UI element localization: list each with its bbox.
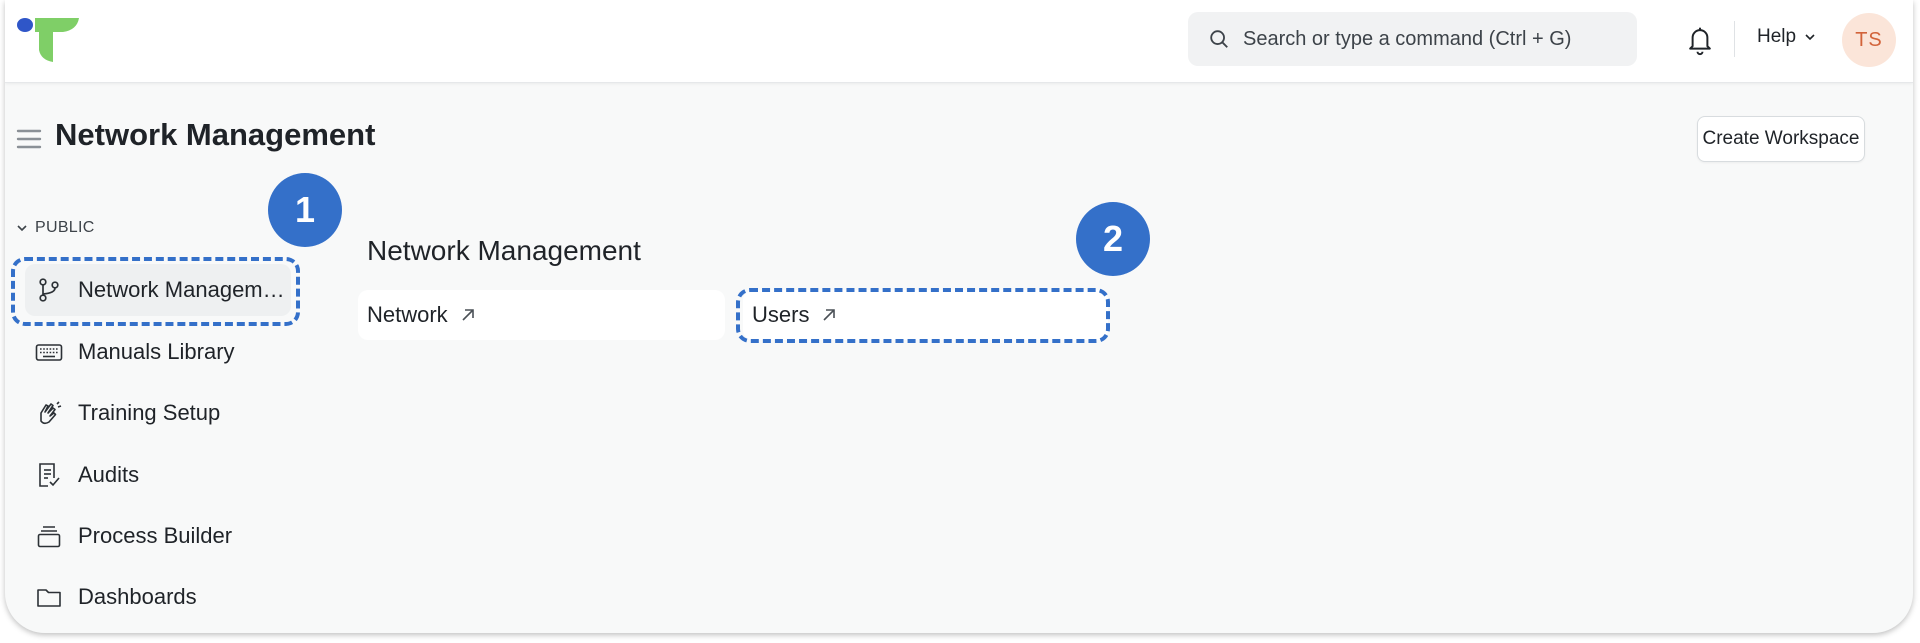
create-workspace-button[interactable]: Create Workspace [1697,116,1865,162]
shortcut-network[interactable]: Network [358,290,725,340]
page-title: Network Management [55,117,376,152]
sidebar-item-training-setup[interactable]: Training Setup [25,387,291,439]
sidebar-item-label: Network Management [78,277,291,302]
sidebar-item-label: Dashboards [78,584,197,609]
sidebar-item-network-management[interactable]: Network Management [25,264,291,316]
layers-icon [35,522,63,550]
sidebar-item-audits[interactable]: Audits [25,449,291,501]
help-label: Help [1757,26,1797,47]
app-logo-icon[interactable] [15,16,79,64]
sidebar-section-label: PUBLIC [35,219,95,236]
clapping-hands-icon [35,399,63,427]
step-badge-2: 2 [1076,202,1150,276]
help-menu[interactable]: Help [1757,26,1816,48]
checklist-icon [35,461,63,489]
keyboard-icon [35,338,63,366]
sidebar-section-public[interactable]: PUBLIC [16,219,95,237]
arrow-up-right-icon [462,309,474,321]
workspace-heading: Network Management [367,235,641,266]
search-placeholder: Search or type a command (Ctrl + G) [1243,27,1572,50]
shortcut-users[interactable]: Users [743,290,1108,340]
top-navbar: Search or type a command (Ctrl + G) Help… [5,0,1913,83]
header-divider [1734,21,1735,57]
sidebar-item-manuals-library[interactable]: Manuals Library [25,326,291,378]
search-icon [1210,30,1228,48]
folder-icon [35,583,63,611]
chevron-down-icon [17,225,27,232]
hamburger-menu-icon[interactable] [16,127,42,151]
arrow-up-right-icon [823,309,836,321]
app-window: Search or type a command (Ctrl + G) Help… [5,0,1913,633]
sidebar-item-label: Manuals Library [78,339,235,364]
sidebar-item-label: Process Builder [78,523,233,548]
sidebar-item-label: Audits [78,462,140,487]
sidebar-item-dashboards[interactable]: Dashboards [25,571,291,623]
search-bar[interactable]: Search or type a command (Ctrl + G) [1188,12,1637,66]
step-badge-1: 1 [268,173,342,247]
shortcut-label: Network [367,302,448,327]
shortcut-label: Users [752,302,810,327]
notification-bell-icon[interactable] [1685,24,1715,56]
sidebar-item-label: Training Setup [78,400,221,425]
sidebar-item-process-builder[interactable]: Process Builder [25,510,291,562]
git-branch-icon [35,276,63,304]
user-avatar[interactable]: TS [1842,13,1896,67]
chevron-down-icon [1805,34,1815,41]
